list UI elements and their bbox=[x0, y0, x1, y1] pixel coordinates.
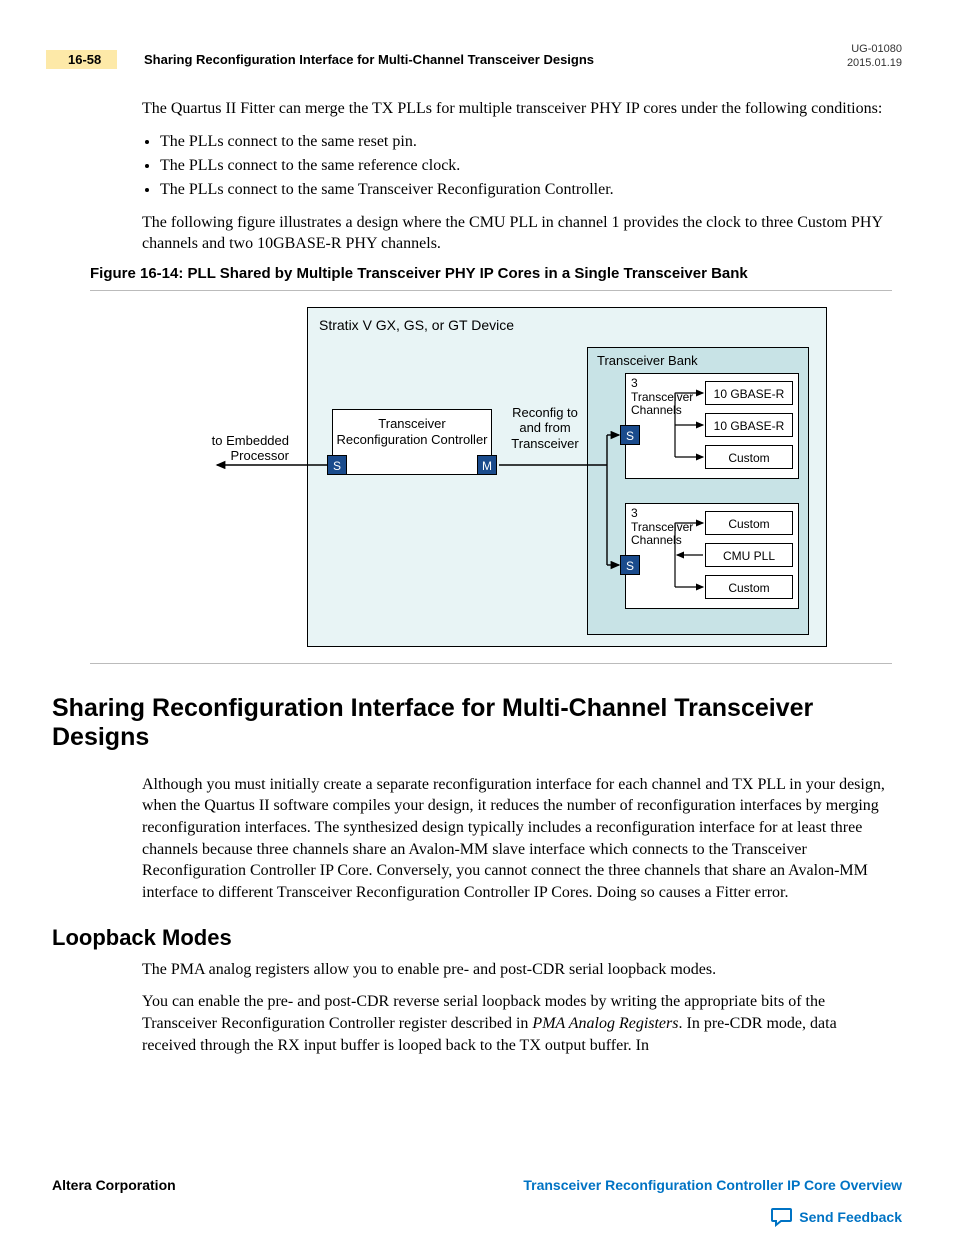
text-run: register described in bbox=[399, 1015, 533, 1032]
port-slave: S bbox=[327, 455, 347, 475]
reference-title: PMA Analog Registers bbox=[532, 1015, 678, 1032]
doc-id: UG-01080 bbox=[847, 42, 902, 56]
feedback-label: Send Feedback bbox=[799, 1209, 902, 1225]
port-slave-2: S bbox=[620, 425, 640, 445]
channel-row: CMU PLL bbox=[705, 543, 793, 567]
list-item: The PLLs connect to the same reference c… bbox=[160, 154, 892, 178]
port-slave-3: S bbox=[620, 555, 640, 575]
page-number-badge: 16-58 bbox=[46, 50, 117, 69]
channel-row: 10 GBASE-R bbox=[705, 381, 793, 405]
device-label: Stratix V GX, GS, or GT Device bbox=[319, 317, 514, 333]
section1-paragraph: Although you must initially create a sep… bbox=[142, 774, 892, 904]
figure-caption: Figure 16-14: PLL Shared by Multiple Tra… bbox=[90, 265, 892, 282]
figure-rule-bottom bbox=[90, 663, 892, 664]
loopback-para2: You can enable the pre- and post-CDR rev… bbox=[142, 991, 892, 1057]
section-heading-loopback: Loopback Modes bbox=[52, 925, 902, 951]
channel-label-1: 3 Transceiver Channels bbox=[631, 377, 703, 418]
channel-row: Custom bbox=[705, 445, 793, 469]
page-header: 16-58 Sharing Reconfiguration Interface … bbox=[52, 48, 902, 80]
conditions-list: The PLLs connect to the same reset pin. … bbox=[160, 130, 892, 202]
page-footer: Altera Corporation Transceiver Reconfigu… bbox=[52, 1177, 902, 1195]
paragraph: The following figure illustrates a desig… bbox=[142, 212, 892, 255]
footer-company: Altera Corporation bbox=[52, 1177, 176, 1193]
channel-row: 10 GBASE-R bbox=[705, 413, 793, 437]
header-meta: UG-01080 2015.01.19 bbox=[847, 42, 902, 71]
loopback-para1: The PMA analog registers allow you to en… bbox=[142, 959, 892, 981]
bank-label: Transceiver Bank bbox=[597, 353, 698, 368]
section-heading-sharing: Sharing Reconfiguration Interface for Mu… bbox=[52, 694, 902, 752]
send-feedback-link[interactable]: Send Feedback bbox=[771, 1207, 902, 1230]
channel-row: Custom bbox=[705, 575, 793, 599]
intro-paragraph: The Quartus II Fitter can merge the TX P… bbox=[142, 98, 892, 120]
channel-label-2: 3 Transceiver Channels bbox=[631, 507, 703, 548]
figure-diagram: Stratix V GX, GS, or GT Device Transceiv… bbox=[207, 307, 827, 647]
channel-row: Custom bbox=[705, 511, 793, 535]
reconfig-label: Reconfig to and from Transceiver bbox=[505, 405, 585, 452]
doc-date: 2015.01.19 bbox=[847, 56, 902, 70]
feedback-icon bbox=[771, 1207, 793, 1230]
reconfig-controller-box: Transceiver Reconfiguration Controller bbox=[332, 409, 492, 475]
list-item: The PLLs connect to the same reset pin. bbox=[160, 130, 892, 154]
figure-rule-top bbox=[90, 290, 892, 291]
port-master: M bbox=[477, 455, 497, 475]
header-title: Sharing Reconfiguration Interface for Mu… bbox=[144, 52, 594, 67]
footer-chapter-link[interactable]: Transceiver Reconfiguration Controller I… bbox=[523, 1177, 902, 1193]
embedded-processor-label: to Embedded Processor bbox=[207, 433, 289, 464]
list-item: The PLLs connect to the same Transceiver… bbox=[160, 178, 892, 202]
